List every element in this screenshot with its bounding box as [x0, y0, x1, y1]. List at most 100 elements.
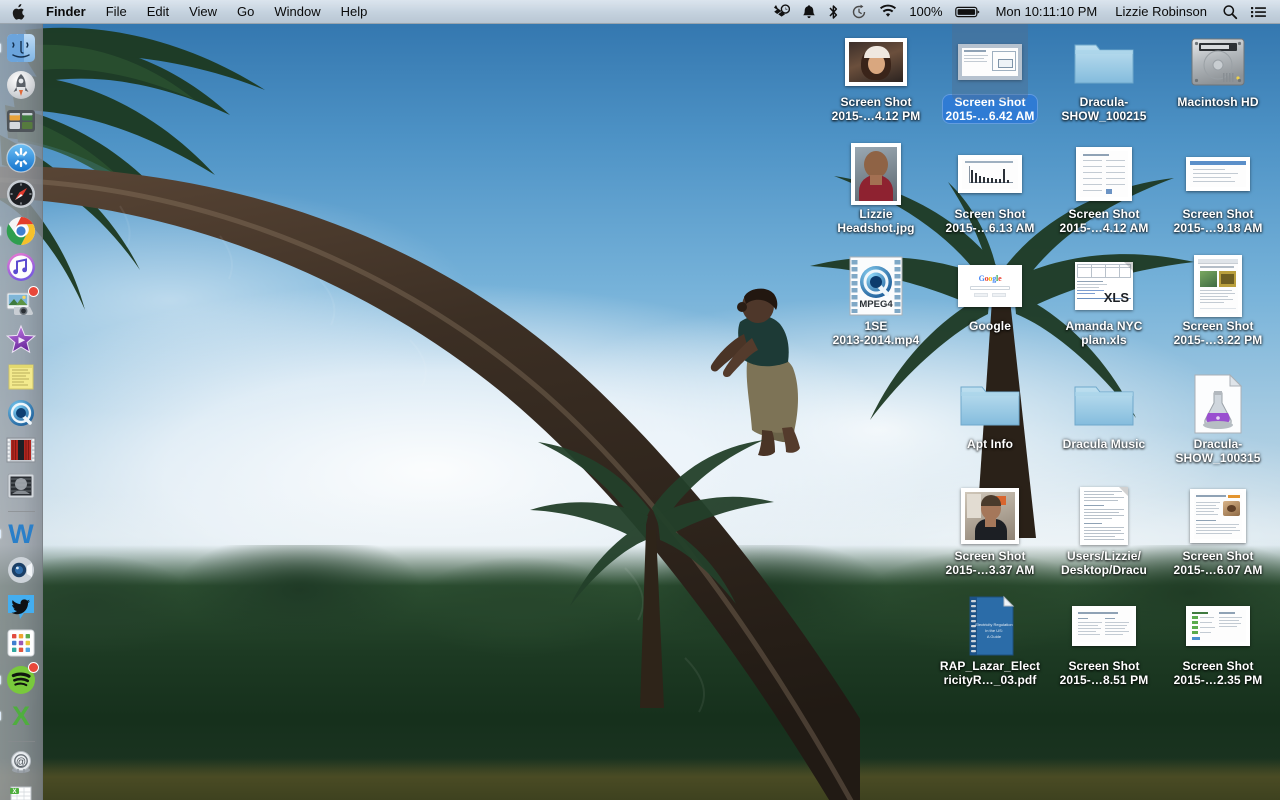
running-indicator [0, 529, 1, 538]
icon-label: Dracula Music [1062, 437, 1146, 451]
desktop-icon-macintosh-hd[interactable]: Macintosh HD [1161, 30, 1275, 110]
menu-window[interactable]: Window [264, 0, 330, 23]
svg-text:W: W [8, 519, 34, 549]
desktop-icon-screenshot-412am[interactable]: Screen Shot 2015-…4.12 AM [1047, 142, 1161, 236]
menu-bar: Finder File Edit View Go Window Help 100… [0, 0, 1280, 24]
pdf-book-icon: Electricity Regulation In the US: A Guid… [969, 595, 1015, 656]
hard-drive-icon [1191, 38, 1245, 86]
mpeg4-video-icon: MPEG4 [849, 256, 903, 316]
time-machine-icon[interactable] [845, 0, 873, 23]
dock-item-mission-control[interactable] [5, 105, 37, 137]
desktop-icon-dracula-show-100315[interactable]: Dracula- SHOW_100315 [1161, 372, 1275, 466]
desktop-icon-screenshot-851pm[interactable]: Screen Shot 2015-…8.51 PM [1047, 594, 1161, 688]
dock-item-facetime[interactable] [5, 554, 37, 586]
menu-file[interactable]: File [96, 0, 137, 23]
mail-stamp-icon: @ [11, 750, 31, 773]
dock-item-excel[interactable]: X [0, 700, 37, 732]
excel-icon: X [12, 701, 30, 731]
dock-item-safari[interactable] [5, 178, 37, 210]
icon-thumbnail [1186, 372, 1250, 436]
menu-bar-left: Finder File Edit View Go Window Help [0, 0, 377, 23]
icon-thumbnail [844, 142, 908, 206]
dock-item-spotify[interactable] [0, 661, 39, 696]
iphoto-badge [28, 285, 39, 297]
facetime-icon [8, 557, 34, 583]
dock-item-app-grid[interactable] [5, 627, 37, 659]
icon-label: Macintosh HD [1177, 95, 1259, 109]
menu-help[interactable]: Help [331, 0, 378, 23]
desktop-icon-1se-video[interactable]: MPEG4 1SE 2013-2014.mp4 [819, 254, 933, 348]
dock-item-word[interactable]: W [0, 518, 37, 550]
running-indicator [0, 675, 1, 684]
icon-label: Screen Shot 2015-…3.37 AM [945, 549, 1035, 577]
dock-item-chrome[interactable] [0, 215, 37, 247]
icon-label: Users/Lizzie/Desktop/Dracu [1061, 549, 1147, 577]
icon-label: Screen Shot 2015-…4.12 PM [831, 95, 921, 123]
dock-item-launchpad[interactable] [5, 69, 37, 101]
folder-icon [960, 386, 1020, 426]
desktop-icon-rap-lazar-pdf[interactable]: Electricity Regulation In the US: A Guid… [933, 594, 1047, 688]
bluetooth-icon[interactable] [822, 0, 845, 23]
menu-app-name[interactable]: Finder [36, 0, 96, 23]
menu-edit[interactable]: Edit [137, 0, 179, 23]
dock-item-iphoto[interactable] [5, 285, 39, 320]
menu-user-name[interactable]: Lizzie Robinson [1106, 4, 1216, 19]
dock-item-photo-booth[interactable] [5, 470, 37, 502]
icon-thumbnail [952, 20, 1028, 100]
desktop-icon-screenshot-918am[interactable]: Screen Shot 2015-…9.18 AM [1161, 142, 1275, 236]
desktop-icon-screenshot-642am[interactable]: Screen Shot 2015-…6.42 AM [933, 20, 1047, 124]
imovie-icon [5, 324, 37, 354]
icon-thumbnail [958, 372, 1022, 436]
dock-item-theater[interactable] [5, 434, 37, 466]
icon-thumbnail: MPEG4 [844, 254, 908, 318]
icon-thumbnail [1186, 594, 1250, 658]
notification-bell-icon[interactable] [796, 0, 822, 23]
desktop-icon-users-lizzie-dracu[interactable]: Users/Lizzie/Desktop/Dracu [1047, 484, 1161, 578]
battery-percent-label: 100% [909, 4, 943, 19]
icon-label: Screen Shot 2015-…4.12 AM [1059, 207, 1149, 235]
running-indicator [0, 711, 1, 721]
chrome-icon [6, 216, 35, 245]
desktop-icon-screenshot-412pm[interactable]: Screen Shot 2015-…4.12 PM [819, 30, 933, 124]
menu-bar-status-area: 100% Mon 10:11:10 PM Lizzie Robinson [767, 0, 1280, 23]
dock-item-app-store[interactable] [5, 142, 37, 174]
icon-thumbnail [1072, 594, 1136, 658]
dock-item-stickies[interactable] [5, 361, 37, 393]
dock-item-quicktime[interactable] [5, 397, 37, 429]
running-indicator [0, 226, 1, 235]
desktop-icon-screenshot-613am[interactable]: Screen Shot 2015-…6.13 AM [933, 142, 1047, 236]
menu-clock[interactable]: Mon 10:11:10 PM [987, 4, 1107, 19]
quicktime-icon [8, 400, 34, 426]
notification-center-icon[interactable] [1244, 0, 1274, 23]
dock-file-excel-doc[interactable]: X [5, 784, 37, 800]
dock-file-mail-stamp[interactable]: @ [5, 748, 37, 780]
desktop-icon-amanda-nyc-plan[interactable]: XLS Amanda NYC plan.xls [1047, 254, 1161, 348]
flask-document-icon [1194, 373, 1243, 434]
desktop-icon-apt-info[interactable]: Apt Info [933, 372, 1047, 452]
desktop-icon-screenshot-337am[interactable]: Screen Shot 2015-…3.37 AM [933, 484, 1047, 578]
desktop-icon-dracula-music[interactable]: Dracula Music [1047, 372, 1161, 452]
desktop-icon-screenshot-235pm[interactable]: Screen Shot 2015-…2.35 PM [1161, 594, 1275, 688]
svg-text:MPEG4: MPEG4 [859, 299, 893, 310]
desktop-icon-screenshot-322pm[interactable]: Screen Shot 2015-…3.22 PM [1161, 254, 1275, 348]
spotlight-search-icon[interactable] [1216, 0, 1244, 23]
dock[interactable]: W X @ X [0, 24, 43, 800]
dropbox-icon[interactable] [767, 0, 796, 23]
desktop-icon-dracula-show-100215[interactable]: Dracula- SHOW_100215 [1047, 30, 1161, 124]
dock-item-finder[interactable] [0, 32, 37, 64]
dock-item-itunes[interactable] [5, 251, 37, 283]
itunes-icon [7, 253, 35, 281]
desktop-icon-google-webloc[interactable]: Google Google [933, 254, 1047, 334]
running-indicator [0, 43, 1, 53]
svg-text:In the US:: In the US: [985, 628, 1003, 633]
dock-item-imovie[interactable] [5, 324, 37, 356]
menu-go[interactable]: Go [227, 0, 264, 23]
wifi-icon[interactable] [873, 0, 903, 23]
battery-icon[interactable] [949, 0, 987, 23]
apple-logo-icon[interactable] [0, 0, 36, 23]
mission-control-icon [7, 110, 35, 132]
menu-view[interactable]: View [179, 0, 227, 23]
desktop-icon-screenshot-607am[interactable]: Screen Shot 2015-…6.07 AM [1161, 484, 1275, 578]
dock-item-twitter[interactable] [5, 591, 37, 623]
desktop-icon-lizzie-headshot[interactable]: Lizzie Headshot.jpg [819, 142, 933, 236]
